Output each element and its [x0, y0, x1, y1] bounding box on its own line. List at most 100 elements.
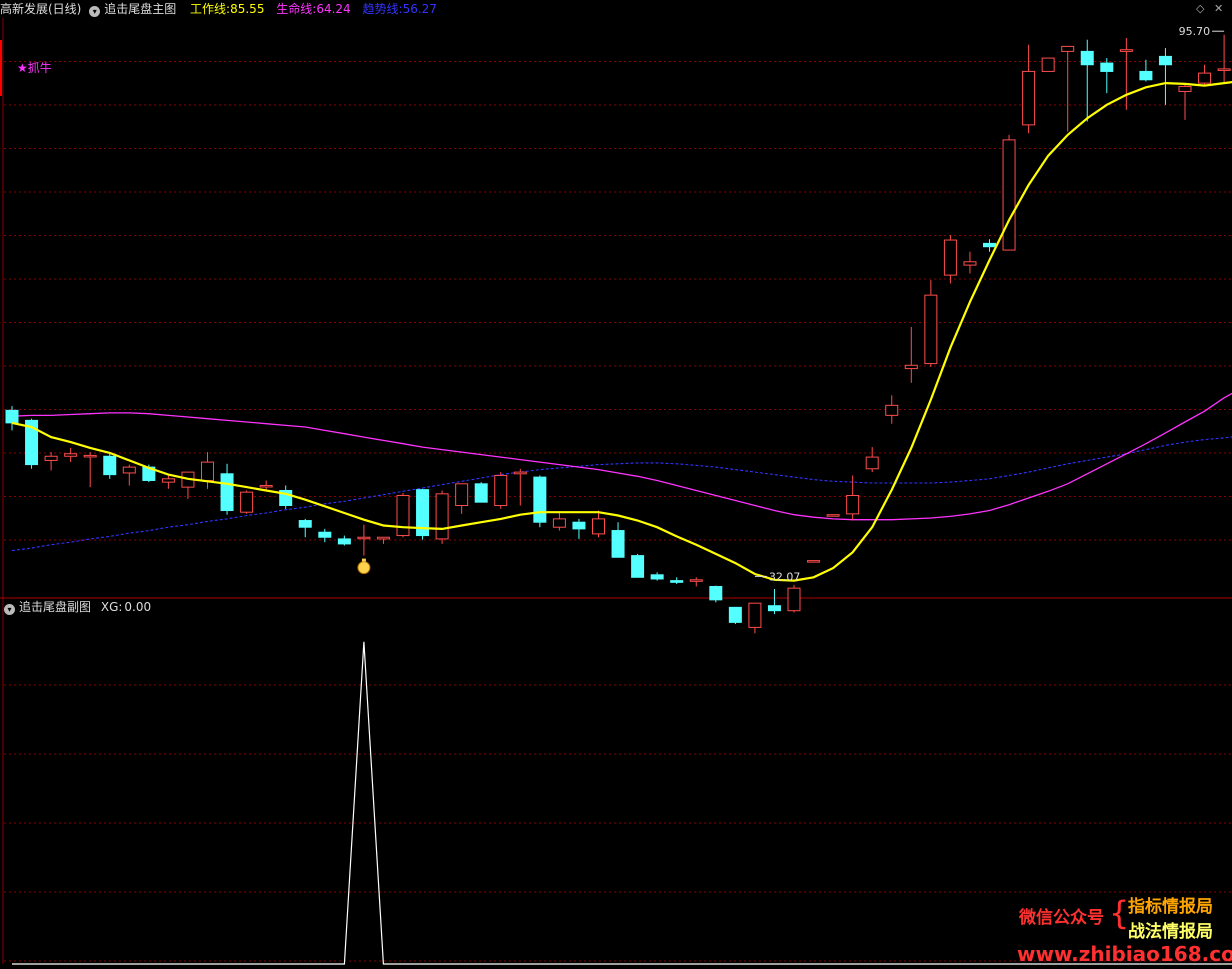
candle — [670, 577, 684, 584]
candle — [1217, 34, 1231, 84]
watermark-url: www.zhibiao168.com — [1017, 942, 1232, 966]
candle-body — [201, 461, 214, 481]
candle — [298, 518, 312, 538]
signal-label: ★抓牛 — [17, 61, 52, 75]
low-price-label: 32.07 — [769, 570, 801, 583]
life-line-value: 64.24 — [316, 2, 351, 16]
candle — [592, 510, 605, 538]
trend-line-label: 趋势线: — [362, 2, 403, 16]
candle-body — [376, 536, 390, 540]
candle-body — [1080, 50, 1094, 66]
candle — [826, 514, 840, 517]
candle-body — [787, 587, 801, 612]
candle — [337, 535, 351, 546]
candle-body — [1198, 72, 1212, 84]
candle-body — [1041, 57, 1055, 72]
candle — [259, 480, 273, 490]
candle-body — [1217, 68, 1231, 71]
candle-body — [161, 478, 175, 483]
candle-body — [220, 473, 234, 512]
candle — [1139, 59, 1153, 82]
candle-body — [5, 409, 19, 424]
candle-body — [1002, 139, 1016, 251]
candle-body — [1119, 49, 1133, 52]
candle-body — [748, 602, 762, 628]
watermark-name1: 指标情报局 — [1128, 897, 1213, 917]
close-icon[interactable]: ✕ — [1214, 2, 1223, 15]
candle — [396, 492, 410, 538]
candle — [709, 585, 723, 603]
main-indicator-name[interactable]: 追击尾盘主图 — [104, 2, 176, 16]
candle-body — [1100, 62, 1114, 72]
candle-body — [709, 585, 723, 601]
candle — [5, 406, 19, 431]
candle — [1119, 38, 1133, 110]
candle — [455, 483, 469, 514]
candle — [435, 490, 449, 544]
candle-body — [494, 474, 508, 507]
candle-body — [435, 493, 449, 540]
candle — [1178, 84, 1192, 120]
chevron-down-icon[interactable]: ▾ — [4, 604, 15, 615]
candle-body — [259, 484, 273, 488]
candle-body — [337, 538, 351, 545]
xg-label: XG: — [100, 600, 123, 614]
candle — [122, 464, 136, 486]
candle — [904, 326, 918, 383]
candle — [1041, 57, 1055, 72]
work-line-value: 85.55 — [230, 2, 265, 16]
candle-body — [865, 456, 879, 470]
candle-body — [240, 491, 254, 513]
candle-body — [631, 555, 645, 578]
candle — [650, 572, 664, 581]
candle — [240, 490, 254, 514]
candle — [767, 588, 781, 615]
candle — [1198, 64, 1212, 85]
money-bag-neck — [361, 558, 366, 562]
candle — [885, 395, 899, 424]
candle — [83, 452, 97, 488]
candle-body — [44, 455, 58, 461]
diamond-icon[interactable]: ◇ — [1196, 2, 1204, 15]
candle-body — [1022, 70, 1036, 126]
candle-body — [298, 520, 312, 528]
kline-chart[interactable]: 95.70 32.07 — [0, 0, 1232, 969]
candle-body — [846, 494, 860, 515]
work-line — [11, 80, 1232, 582]
candle — [787, 584, 801, 613]
candle — [963, 251, 977, 274]
candle — [474, 482, 488, 503]
candle — [494, 472, 508, 509]
candle-body — [728, 606, 742, 623]
candle-body — [1178, 85, 1192, 92]
candle-body — [318, 531, 332, 538]
candle-body — [64, 453, 78, 457]
candle-body — [983, 242, 996, 248]
candle — [943, 235, 957, 284]
candle-body — [650, 574, 664, 580]
candle-body — [826, 514, 840, 517]
candle-body — [1061, 45, 1075, 52]
watermark-name2: 战法情报局 — [1128, 922, 1213, 942]
candle — [611, 522, 625, 558]
candle — [728, 606, 742, 625]
candle — [416, 488, 430, 540]
candle — [689, 577, 703, 587]
chevron-down-icon[interactable]: ▾ — [89, 6, 101, 17]
candle — [103, 453, 117, 479]
trend-line-value: 56.27 — [402, 2, 437, 16]
candle-body — [767, 605, 781, 612]
watermark-brace: { — [1109, 894, 1130, 932]
candle-body — [670, 580, 684, 583]
candle — [748, 602, 762, 634]
candle — [201, 452, 214, 489]
candle — [1002, 134, 1016, 251]
candle-body — [963, 261, 977, 266]
candle — [161, 475, 175, 489]
candle-body — [1139, 70, 1153, 81]
candle-body — [807, 560, 821, 563]
candle — [631, 553, 645, 578]
candle — [279, 485, 293, 509]
sub-indicator-name[interactable]: 追击尾盘副图 — [19, 600, 91, 614]
candle — [1061, 45, 1075, 132]
